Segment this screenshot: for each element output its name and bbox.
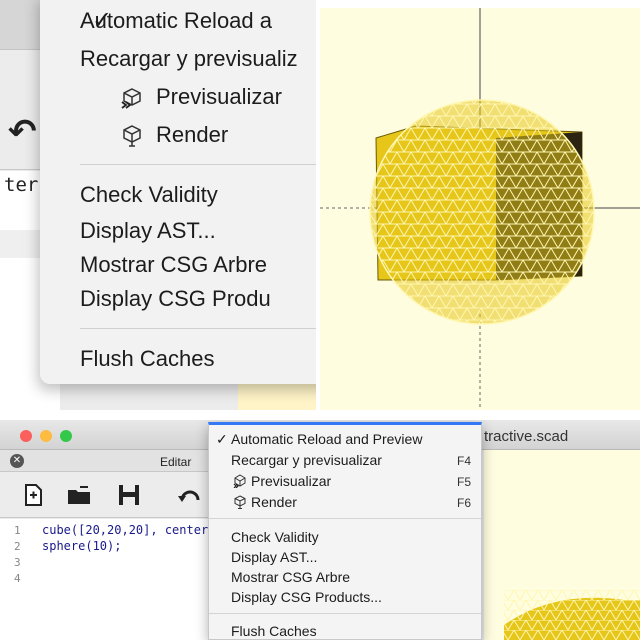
menu-separator xyxy=(80,164,316,165)
code-line[interactable]: sphere(10); xyxy=(42,539,121,553)
shortcut-f5: F5 xyxy=(457,475,472,489)
menu-item-recargar[interactable]: Recargar y previsualiz xyxy=(80,46,298,72)
sphere-wireframe xyxy=(370,100,594,324)
menu-item-mostrar-csg-arbre[interactable]: Mostrar CSG Arbre xyxy=(80,252,267,278)
shortcut-f4: F4 xyxy=(457,454,472,468)
sphere-partial-wireframe xyxy=(504,590,640,640)
undo-icon[interactable] xyxy=(176,482,202,508)
panel-title: Editar xyxy=(160,455,192,469)
preview-cube-icon xyxy=(233,474,246,488)
undo-icon[interactable]: ↶ xyxy=(8,112,37,152)
preview-viewport[interactable] xyxy=(484,450,640,640)
menu-item-display-ast[interactable]: Display AST... xyxy=(80,218,216,244)
menu-item-flush-caches[interactable]: Flush Caches xyxy=(80,346,215,372)
line-number: 1 xyxy=(14,524,21,537)
window-title: tractive.scad xyxy=(484,428,569,445)
new-file-icon[interactable] xyxy=(20,482,46,508)
app-window: tractive.scad ✕ Editar 1 2 3 4 cube([20,… xyxy=(0,420,640,640)
code-line[interactable]: cube([20,20,20], center xyxy=(42,523,208,537)
preview-cube-icon xyxy=(121,88,141,109)
checkmark-icon: ✓ xyxy=(216,431,228,447)
menu-item-check-validity[interactable]: Check Validity xyxy=(231,529,319,545)
render-cube-icon xyxy=(123,125,141,147)
menu-item-mostrar-csg-arbre[interactable]: Mostrar CSG Arbre xyxy=(231,569,350,585)
render-cube-icon xyxy=(234,495,246,509)
zoomed-design-menu: ✓ Automatic Reload a Recargar y previsua… xyxy=(40,0,316,384)
menu-separator xyxy=(209,613,481,614)
menu-item-flush-caches[interactable]: Flush Caches xyxy=(231,623,317,639)
menu-item-render[interactable]: Render xyxy=(251,494,297,510)
zoomed-editor-text: ter xyxy=(4,174,39,196)
save-icon[interactable] xyxy=(116,482,142,508)
menu-item-display-ast[interactable]: Display AST... xyxy=(231,549,317,565)
menu-item-previsualizar[interactable]: Previsualizar xyxy=(156,84,282,110)
window-minimize-button[interactable] xyxy=(40,430,52,442)
model-render xyxy=(320,8,640,410)
menu-item-check-validity[interactable]: Check Validity xyxy=(80,182,218,208)
line-number: 4 xyxy=(14,572,21,585)
menu-separator xyxy=(209,518,481,519)
menu-separator xyxy=(80,328,316,329)
window-close-button[interactable] xyxy=(20,430,32,442)
panel-close-icon[interactable]: ✕ xyxy=(10,454,24,468)
menu-item-render[interactable]: Render xyxy=(156,122,228,148)
menu-item-previsualizar[interactable]: Previsualizar xyxy=(251,473,331,489)
line-number: 3 xyxy=(14,556,21,569)
shortcut-f6: F6 xyxy=(457,496,472,510)
window-zoom-button[interactable] xyxy=(60,430,72,442)
preview-model xyxy=(504,590,640,640)
open-folder-icon[interactable] xyxy=(66,482,92,508)
line-number: 2 xyxy=(14,540,21,553)
menu-item-recargar[interactable]: Recargar y previsualizar xyxy=(231,452,382,468)
menu-item-automatic-reload[interactable]: Automatic Reload and Preview xyxy=(231,431,422,447)
menu-item-automatic-reload[interactable]: Automatic Reload a xyxy=(80,8,272,34)
design-menu: ✓ Automatic Reload and Preview Recargar … xyxy=(208,422,482,640)
3d-viewport[interactable] xyxy=(320,8,640,410)
menu-item-display-csg-products[interactable]: Display CSG Products... xyxy=(231,589,382,605)
menu-item-display-csg-products[interactable]: Display CSG Produ xyxy=(80,286,271,312)
zoomed-menu-panel: ↶ ter ✓ Automatic Reload a Recargar y pr… xyxy=(0,0,316,410)
